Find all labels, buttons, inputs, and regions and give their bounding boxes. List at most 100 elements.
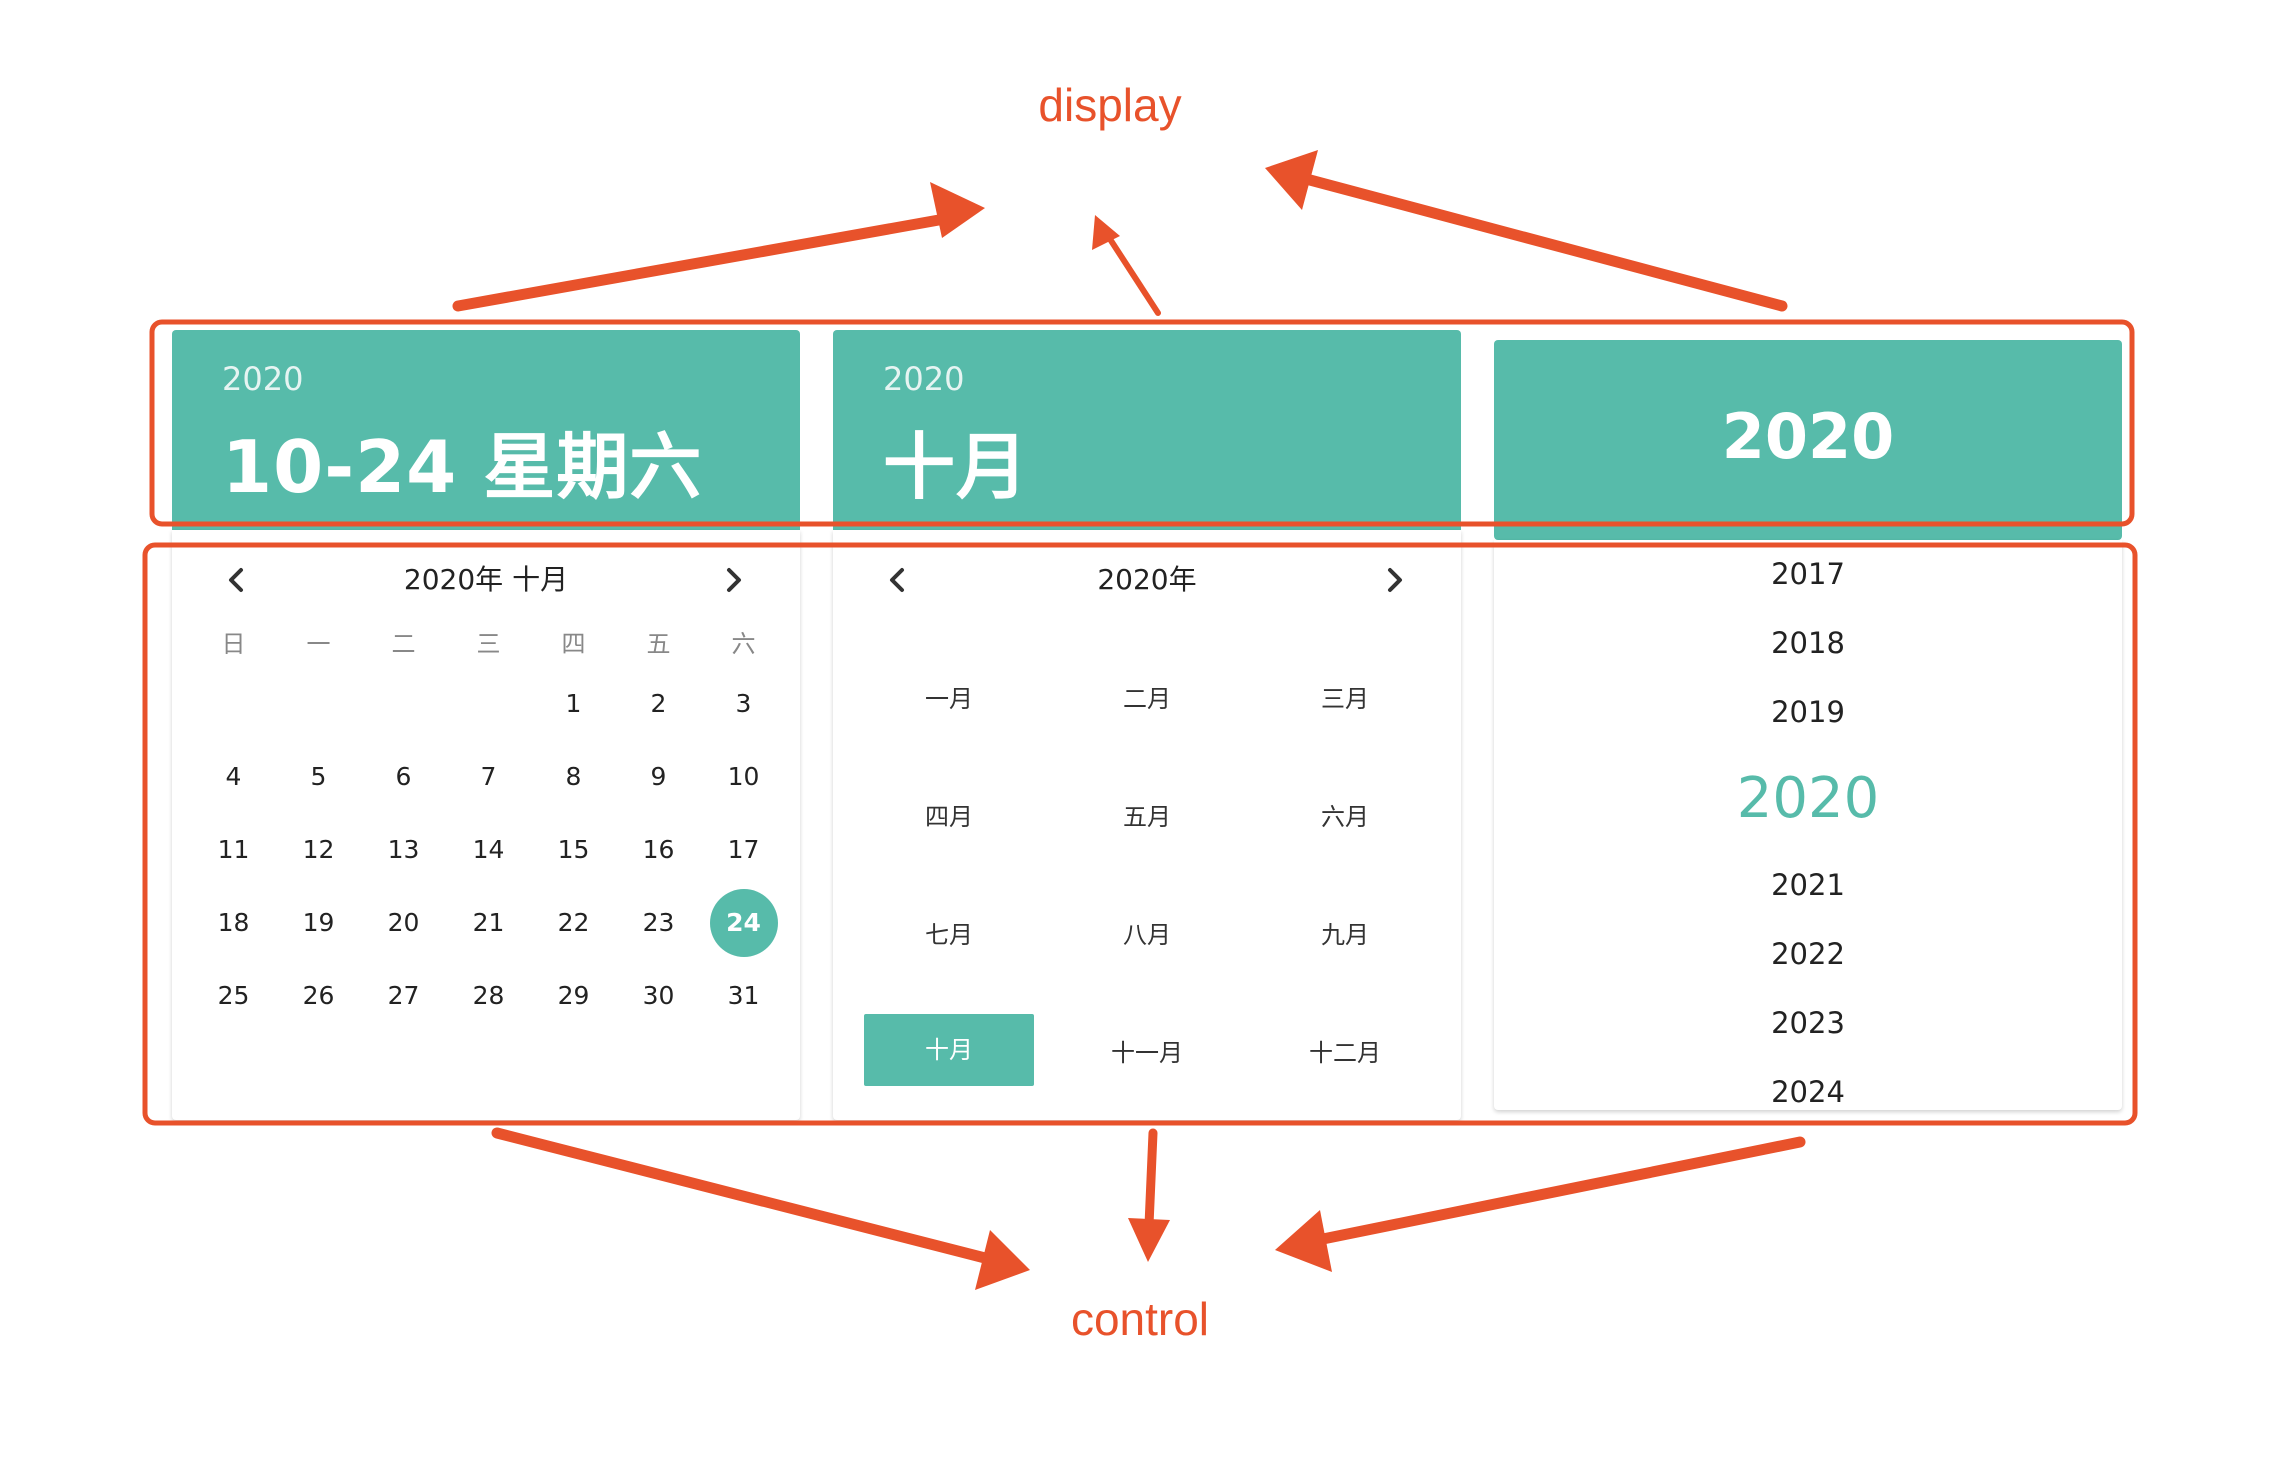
next-month-button[interactable] xyxy=(714,560,754,609)
day-number: 30 xyxy=(642,981,675,1010)
prev-year-button[interactable] xyxy=(877,560,917,609)
chevron-left-icon xyxy=(229,568,243,592)
day-number: 28 xyxy=(472,981,505,1010)
day-cell[interactable]: 28 xyxy=(446,959,531,1032)
date-header-date[interactable]: 10-24 星期六 xyxy=(222,408,702,513)
weekday-label: 五 xyxy=(646,630,671,658)
day-cell[interactable]: 15 xyxy=(531,813,616,886)
month-nav-title: 2020年 xyxy=(1097,563,1197,596)
day-cell[interactable]: 20 xyxy=(361,886,446,959)
day-cell[interactable]: 12 xyxy=(276,813,361,886)
selected-year-item[interactable]: 2020 xyxy=(1494,747,2122,851)
day-number: 11 xyxy=(217,835,250,864)
day-cell[interactable]: 13 xyxy=(361,813,446,886)
day-number: 9 xyxy=(650,762,667,791)
year-item[interactable]: 2017 xyxy=(1494,540,2122,609)
chevron-left-icon xyxy=(890,568,904,592)
month-grid: 一月 二月 三月四月 五月 六月七月 八月 九月十月 十一月 十二月 xyxy=(850,637,1444,1109)
next-year-button[interactable] xyxy=(1375,560,1415,609)
month-picker-header: 2020 十月 xyxy=(833,330,1461,530)
month-header-month[interactable]: 十月 xyxy=(883,408,1029,513)
weekday-header-row: 日一二三四五六 xyxy=(191,622,786,666)
chevron-right-icon xyxy=(727,568,741,592)
day-number: 23 xyxy=(642,908,675,937)
day-number: 8 xyxy=(565,762,582,791)
date-nav-title: 2020年 十月 xyxy=(403,563,569,596)
display-arrow-right xyxy=(1265,150,1788,312)
day-number: 14 xyxy=(472,835,505,864)
month-cell[interactable]: 十月 xyxy=(850,991,1048,1109)
month-cell[interactable]: 七月 xyxy=(850,873,1048,991)
day-cell[interactable]: 3 xyxy=(701,667,786,740)
month-cell[interactable]: 四月 xyxy=(850,755,1048,873)
day-cell[interactable]: 22 xyxy=(531,886,616,959)
day-number: 13 xyxy=(387,835,420,864)
month-cell[interactable]: 五月 xyxy=(1048,755,1246,873)
day-number: 19 xyxy=(302,908,335,937)
date-picker-body: 2020年 十月 日一二三四五六 1 2 3 4 5 6 7 8 9 10 11 12 13 14 15 16… xyxy=(172,530,800,1120)
month-cell[interactable]: 十二月 xyxy=(1246,991,1444,1109)
day-grid: 1 2 3 4 5 6 7 8 9 10 11 12 13 14 15 16 17 18 19 20 21 22 23 24 2… xyxy=(191,667,786,1032)
day-cell[interactable]: 6 xyxy=(361,740,446,813)
month-label: 四月 xyxy=(925,802,973,831)
year-item[interactable]: 2021 xyxy=(1494,851,2122,920)
year-item[interactable]: 2018 xyxy=(1494,609,2122,678)
day-cell[interactable]: 23 xyxy=(616,886,701,959)
weekday-label: 六 xyxy=(731,630,756,658)
day-cell[interactable]: 11 xyxy=(191,813,276,886)
day-number: 6 xyxy=(395,762,412,791)
month-label: 十月 xyxy=(864,1014,1034,1086)
year-item[interactable]: 2024 xyxy=(1494,1058,2122,1110)
day-cell[interactable]: 10 xyxy=(701,740,786,813)
weekday-label: 一 xyxy=(306,630,331,658)
year-header-year[interactable]: 2020 xyxy=(1494,400,2122,473)
month-cell[interactable]: 六月 xyxy=(1246,755,1444,873)
empty-day-cell xyxy=(361,667,446,740)
month-label: 十一月 xyxy=(1111,1038,1183,1067)
day-cell[interactable]: 24 xyxy=(701,886,786,959)
day-cell[interactable]: 14 xyxy=(446,813,531,886)
day-cell[interactable]: 2 xyxy=(616,667,701,740)
month-cell[interactable]: 十一月 xyxy=(1048,991,1246,1109)
year-list[interactable]: 2017 2018 2019 2020 2021 2022 2023 2024 xyxy=(1494,540,2122,1110)
day-cell[interactable]: 26 xyxy=(276,959,361,1032)
day-cell[interactable]: 17 xyxy=(701,813,786,886)
day-cell[interactable]: 21 xyxy=(446,886,531,959)
day-number: 20 xyxy=(387,908,420,937)
day-number: 21 xyxy=(472,908,505,937)
month-cell[interactable]: 一月 xyxy=(850,637,1048,755)
day-cell[interactable]: 7 xyxy=(446,740,531,813)
month-header-year[interactable]: 2020 xyxy=(883,360,964,398)
day-cell[interactable]: 8 xyxy=(531,740,616,813)
day-number: 1 xyxy=(565,689,582,718)
prev-month-button[interactable] xyxy=(216,560,256,609)
month-label: 二月 xyxy=(1123,684,1171,713)
day-cell[interactable]: 29 xyxy=(531,959,616,1032)
date-header-year[interactable]: 2020 xyxy=(222,360,303,398)
month-picker-body: 2020年 一月 二月 三月四月 五月 六月七月 八月 九月十月 十一月 十二月 xyxy=(833,530,1461,1120)
day-cell[interactable]: 19 xyxy=(276,886,361,959)
year-item[interactable]: 2022 xyxy=(1494,920,2122,989)
day-cell[interactable]: 27 xyxy=(361,959,446,1032)
day-number: 16 xyxy=(642,835,675,864)
day-number: 4 xyxy=(225,762,242,791)
day-cell[interactable]: 31 xyxy=(701,959,786,1032)
month-label: 五月 xyxy=(1123,802,1171,831)
year-item[interactable]: 2019 xyxy=(1494,678,2122,747)
month-cell[interactable]: 三月 xyxy=(1246,637,1444,755)
day-number: 31 xyxy=(727,981,760,1010)
month-cell[interactable]: 八月 xyxy=(1048,873,1246,991)
day-cell[interactable]: 9 xyxy=(616,740,701,813)
day-cell[interactable]: 16 xyxy=(616,813,701,886)
month-cell[interactable]: 九月 xyxy=(1246,873,1444,991)
month-cell[interactable]: 二月 xyxy=(1048,637,1246,755)
day-cell[interactable]: 5 xyxy=(276,740,361,813)
day-cell[interactable]: 25 xyxy=(191,959,276,1032)
day-cell[interactable]: 4 xyxy=(191,740,276,813)
year-item[interactable]: 2023 xyxy=(1494,989,2122,1058)
day-cell[interactable]: 18 xyxy=(191,886,276,959)
day-number: 3 xyxy=(735,689,752,718)
day-cell[interactable]: 1 xyxy=(531,667,616,740)
day-cell[interactable]: 30 xyxy=(616,959,701,1032)
day-number: 5 xyxy=(310,762,327,791)
